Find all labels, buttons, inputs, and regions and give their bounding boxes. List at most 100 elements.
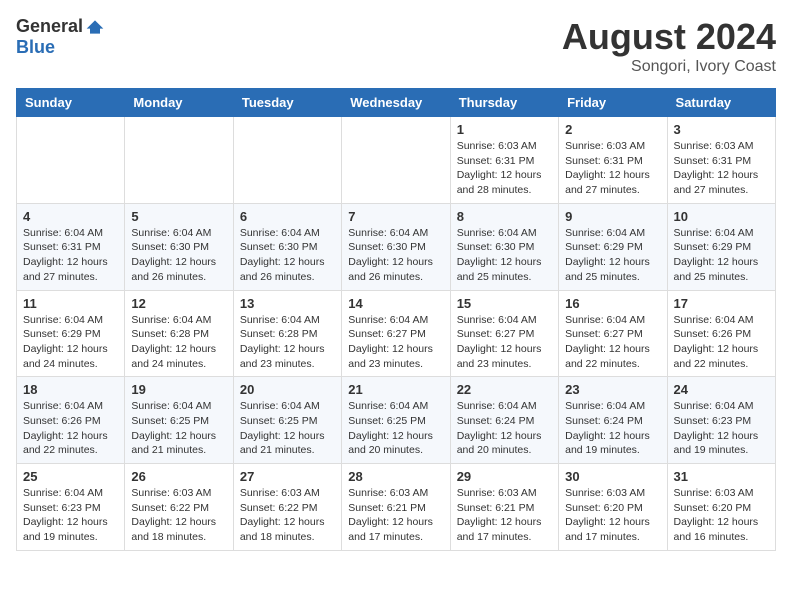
day-info: Sunrise: 6:03 AM Sunset: 6:22 PM Dayligh… bbox=[131, 486, 226, 545]
calendar-week-row: 11 Sunrise: 6:04 AM Sunset: 6:29 PM Dayli… bbox=[17, 290, 776, 377]
month-year-title: August 2024 bbox=[562, 16, 776, 58]
day-number: 14 bbox=[348, 296, 443, 311]
day-number: 12 bbox=[131, 296, 226, 311]
weekday-header-monday: Monday bbox=[125, 89, 233, 117]
day-info: Sunrise: 6:03 AM Sunset: 6:21 PM Dayligh… bbox=[457, 486, 552, 545]
calendar-cell: 23 Sunrise: 6:04 AM Sunset: 6:24 PM Dayli… bbox=[559, 377, 667, 464]
calendar-cell bbox=[125, 117, 233, 204]
calendar-cell: 12 Sunrise: 6:04 AM Sunset: 6:28 PM Dayli… bbox=[125, 290, 233, 377]
calendar-cell: 4Sunrise: 6:04 AM Sunset: 6:31 PM Daylig… bbox=[17, 203, 125, 290]
weekday-header-thursday: Thursday bbox=[450, 89, 558, 117]
calendar-cell: 9 Sunrise: 6:04 AM Sunset: 6:29 PM Daylig… bbox=[559, 203, 667, 290]
day-info: Sunrise: 6:04 AM Sunset: 6:23 PM Dayligh… bbox=[23, 486, 118, 545]
day-number: 5 bbox=[131, 209, 226, 224]
day-info: Sunrise: 6:03 AM Sunset: 6:21 PM Dayligh… bbox=[348, 486, 443, 545]
day-number: 6 bbox=[240, 209, 335, 224]
calendar-cell bbox=[342, 117, 450, 204]
day-number: 17 bbox=[674, 296, 769, 311]
calendar-cell: 20 Sunrise: 6:04 AM Sunset: 6:25 PM Dayli… bbox=[233, 377, 341, 464]
day-number: 11 bbox=[23, 296, 118, 311]
location-subtitle: Songori, Ivory Coast bbox=[562, 58, 776, 76]
day-info: Sunrise: 6:04 AM Sunset: 6:30 PM Dayligh… bbox=[348, 226, 443, 285]
calendar-cell: 28 Sunrise: 6:03 AM Sunset: 6:21 PM Dayli… bbox=[342, 464, 450, 551]
day-number: 26 bbox=[131, 469, 226, 484]
day-info: Sunrise: 6:04 AM Sunset: 6:24 PM Dayligh… bbox=[565, 399, 660, 458]
day-number: 20 bbox=[240, 382, 335, 397]
day-number: 16 bbox=[565, 296, 660, 311]
calendar-cell: 21Sunrise: 6:04 AM Sunset: 6:25 PM Dayli… bbox=[342, 377, 450, 464]
calendar-cell: 29 Sunrise: 6:03 AM Sunset: 6:21 PM Dayli… bbox=[450, 464, 558, 551]
weekday-header-sunday: Sunday bbox=[17, 89, 125, 117]
calendar-cell: 22Sunrise: 6:04 AM Sunset: 6:24 PM Dayli… bbox=[450, 377, 558, 464]
day-info: Sunrise: 6:04 AM Sunset: 6:29 PM Dayligh… bbox=[23, 313, 118, 372]
weekday-header-friday: Friday bbox=[559, 89, 667, 117]
day-info: Sunrise: 6:04 AM Sunset: 6:27 PM Dayligh… bbox=[457, 313, 552, 372]
calendar-cell: 24Sunrise: 6:04 AM Sunset: 6:23 PM Dayli… bbox=[667, 377, 775, 464]
calendar-week-row: 1 Sunrise: 6:03 AM Sunset: 6:31 PM Daylig… bbox=[17, 117, 776, 204]
day-number: 10 bbox=[674, 209, 769, 224]
day-info: Sunrise: 6:04 AM Sunset: 6:26 PM Dayligh… bbox=[23, 399, 118, 458]
day-info: Sunrise: 6:04 AM Sunset: 6:29 PM Dayligh… bbox=[565, 226, 660, 285]
day-number: 2 bbox=[565, 122, 660, 137]
day-info: Sunrise: 6:03 AM Sunset: 6:20 PM Dayligh… bbox=[565, 486, 660, 545]
weekday-header-tuesday: Tuesday bbox=[233, 89, 341, 117]
day-number: 18 bbox=[23, 382, 118, 397]
day-number: 31 bbox=[674, 469, 769, 484]
day-info: Sunrise: 6:03 AM Sunset: 6:31 PM Dayligh… bbox=[565, 139, 660, 198]
day-number: 29 bbox=[457, 469, 552, 484]
day-number: 13 bbox=[240, 296, 335, 311]
day-number: 23 bbox=[565, 382, 660, 397]
calendar-cell: 7 Sunrise: 6:04 AM Sunset: 6:30 PM Daylig… bbox=[342, 203, 450, 290]
weekday-header-saturday: Saturday bbox=[667, 89, 775, 117]
day-number: 3 bbox=[674, 122, 769, 137]
day-info: Sunrise: 6:04 AM Sunset: 6:30 PM Dayligh… bbox=[457, 226, 552, 285]
calendar-cell: 1 Sunrise: 6:03 AM Sunset: 6:31 PM Daylig… bbox=[450, 117, 558, 204]
calendar-cell: 3 Sunrise: 6:03 AM Sunset: 6:31 PM Daylig… bbox=[667, 117, 775, 204]
day-info: Sunrise: 6:04 AM Sunset: 6:30 PM Dayligh… bbox=[240, 226, 335, 285]
calendar-table: SundayMondayTuesdayWednesdayThursdayFrid… bbox=[16, 88, 776, 551]
calendar-cell: 2 Sunrise: 6:03 AM Sunset: 6:31 PM Daylig… bbox=[559, 117, 667, 204]
day-number: 1 bbox=[457, 122, 552, 137]
day-number: 30 bbox=[565, 469, 660, 484]
calendar-cell: 26 Sunrise: 6:03 AM Sunset: 6:22 PM Dayli… bbox=[125, 464, 233, 551]
day-number: 28 bbox=[348, 469, 443, 484]
day-number: 8 bbox=[457, 209, 552, 224]
day-number: 9 bbox=[565, 209, 660, 224]
title-section: August 2024 Songori, Ivory Coast bbox=[562, 16, 776, 76]
calendar-cell: 27 Sunrise: 6:03 AM Sunset: 6:22 PM Dayli… bbox=[233, 464, 341, 551]
calendar-cell: 18 Sunrise: 6:04 AM Sunset: 6:26 PM Dayli… bbox=[17, 377, 125, 464]
calendar-cell bbox=[233, 117, 341, 204]
day-info: Sunrise: 6:03 AM Sunset: 6:22 PM Dayligh… bbox=[240, 486, 335, 545]
day-info: Sunrise: 6:04 AM Sunset: 6:27 PM Dayligh… bbox=[565, 313, 660, 372]
page-header: General Blue August 2024 Songori, Ivory … bbox=[16, 16, 776, 76]
logo: General Blue bbox=[16, 16, 105, 58]
calendar-week-row: 18 Sunrise: 6:04 AM Sunset: 6:26 PM Dayli… bbox=[17, 377, 776, 464]
day-info: Sunrise: 6:04 AM Sunset: 6:24 PM Dayligh… bbox=[457, 399, 552, 458]
calendar-week-row: 4Sunrise: 6:04 AM Sunset: 6:31 PM Daylig… bbox=[17, 203, 776, 290]
day-info: Sunrise: 6:04 AM Sunset: 6:28 PM Dayligh… bbox=[240, 313, 335, 372]
day-info: Sunrise: 6:04 AM Sunset: 6:31 PM Dayligh… bbox=[23, 226, 118, 285]
day-info: Sunrise: 6:04 AM Sunset: 6:28 PM Dayligh… bbox=[131, 313, 226, 372]
calendar-cell: 6 Sunrise: 6:04 AM Sunset: 6:30 PM Daylig… bbox=[233, 203, 341, 290]
calendar-cell: 31 Sunrise: 6:03 AM Sunset: 6:20 PM Dayli… bbox=[667, 464, 775, 551]
logo-general-text: General bbox=[16, 16, 83, 37]
day-number: 7 bbox=[348, 209, 443, 224]
day-number: 21 bbox=[348, 382, 443, 397]
day-number: 27 bbox=[240, 469, 335, 484]
day-info: Sunrise: 6:04 AM Sunset: 6:29 PM Dayligh… bbox=[674, 226, 769, 285]
day-info: Sunrise: 6:03 AM Sunset: 6:31 PM Dayligh… bbox=[457, 139, 552, 198]
day-info: Sunrise: 6:04 AM Sunset: 6:27 PM Dayligh… bbox=[348, 313, 443, 372]
calendar-cell: 10 Sunrise: 6:04 AM Sunset: 6:29 PM Dayli… bbox=[667, 203, 775, 290]
calendar-cell: 16 Sunrise: 6:04 AM Sunset: 6:27 PM Dayli… bbox=[559, 290, 667, 377]
calendar-cell: 14 Sunrise: 6:04 AM Sunset: 6:27 PM Dayli… bbox=[342, 290, 450, 377]
day-info: Sunrise: 6:03 AM Sunset: 6:20 PM Dayligh… bbox=[674, 486, 769, 545]
day-number: 15 bbox=[457, 296, 552, 311]
day-number: 25 bbox=[23, 469, 118, 484]
calendar-cell: 5Sunrise: 6:04 AM Sunset: 6:30 PM Daylig… bbox=[125, 203, 233, 290]
day-info: Sunrise: 6:04 AM Sunset: 6:25 PM Dayligh… bbox=[131, 399, 226, 458]
calendar-week-row: 25 Sunrise: 6:04 AM Sunset: 6:23 PM Dayli… bbox=[17, 464, 776, 551]
day-info: Sunrise: 6:03 AM Sunset: 6:31 PM Dayligh… bbox=[674, 139, 769, 198]
calendar-cell: 15 Sunrise: 6:04 AM Sunset: 6:27 PM Dayli… bbox=[450, 290, 558, 377]
day-info: Sunrise: 6:04 AM Sunset: 6:25 PM Dayligh… bbox=[240, 399, 335, 458]
day-number: 19 bbox=[131, 382, 226, 397]
